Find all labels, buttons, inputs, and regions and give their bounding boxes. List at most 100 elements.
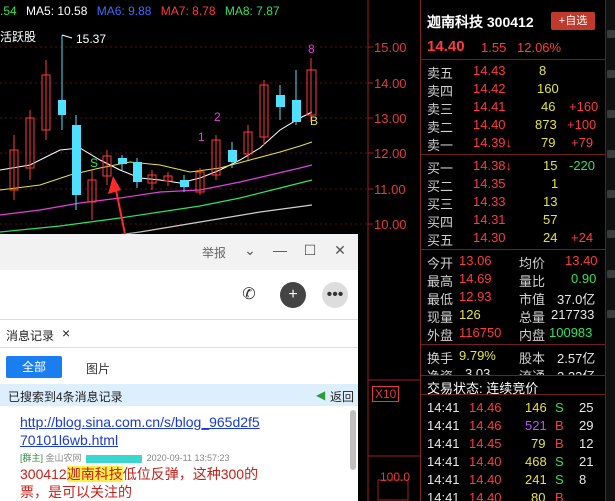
back-button[interactable]: 返回 (330, 388, 354, 405)
ma8-value: MA8: 7.87 (224, 4, 280, 18)
chat-titlebar: 举报 ⌄ — ☐ ✕ (0, 234, 358, 270)
wave-label-b: B (310, 114, 319, 128)
wave-label-8: 8 (308, 42, 315, 56)
stats2-block: 换手9.79%股本2.57亿 净资3.03流通2.23亿 (421, 347, 605, 375)
axis-tick-10: 10.00 (374, 217, 407, 232)
group-owner-tag: [群主] (20, 453, 44, 463)
stat-row: 现量 126 总量 217733 (427, 307, 595, 325)
toolbar-icon[interactable] (607, 70, 615, 78)
maximize-icon[interactable]: ☐ (300, 240, 320, 260)
back-arrow-icon[interactable]: ◀ (316, 388, 325, 402)
redacted-block (86, 454, 143, 463)
axis-tick-12: 12.00 (374, 146, 407, 161)
quote-panel: 迦南科技 300412 +自选 14.40 1.55 12.06% 卖五 14.4… (420, 0, 605, 501)
sender-name: 金山农网 (45, 453, 82, 463)
tick-row: 14:41 14.40 241 S 8 (427, 472, 587, 487)
axis-tick-15: 15.00 (374, 40, 407, 55)
toolbar-icon[interactable] (607, 190, 615, 198)
chat-scrollbar[interactable] (350, 410, 356, 470)
chevron-down-icon[interactable]: ⌄ (240, 240, 260, 260)
filter-images-button[interactable]: 图片 (86, 360, 110, 377)
price-change-pct: 12.06% (517, 40, 562, 55)
wave-label-s: S (90, 156, 99, 170)
quote-header: 迦南科技 300412 +自选 (421, 0, 605, 38)
more-icon[interactable]: ••• (322, 282, 348, 308)
stat-row: 外盘 116750 内盘 100983 (427, 325, 593, 343)
stats-block: 今开 13.06 均价 13.40 最高 14.69 量比 0.90 最低 12.93 市值 37… (421, 252, 605, 343)
trade-status: 交易状态: 连续竞价 (427, 381, 539, 396)
message-text-line1: 300412迦南科技低位反弹，这种300的 (20, 464, 258, 484)
message-meta: [群主] 金山农网 2020-09-11 13:57:23 (20, 451, 229, 464)
volume-multiplier: X10 (372, 386, 400, 402)
tick-row: 14:41 14.46 146 S 25 (427, 400, 594, 415)
sell-row: 卖一 14.39↓ 79 +79 (427, 135, 594, 153)
tab-label: 消息记录 (6, 329, 55, 343)
filter-row: 全部 图片 (0, 348, 358, 384)
toolbar-icon[interactable] (607, 230, 615, 238)
search-result-text: 已搜索到4条消息记录 (8, 390, 123, 404)
sell-orders: 卖五 14.43 8 卖四 14.42 160 卖三 14.41 46 +160 卖二 14.4… (421, 62, 605, 153)
high-price-mark: 15.37 (76, 32, 107, 46)
stock-name: 迦南科技 300412 (427, 14, 534, 30)
tick-row: 14:41 14.45 79 B 12 (427, 436, 594, 451)
axis-tick-13: 13.00 (374, 111, 407, 126)
stat-row: 最高 14.69 量比 0.90 (427, 271, 597, 289)
current-price: 14.40 (427, 38, 465, 55)
message-record-tab[interactable]: 消息记录 × (0, 320, 358, 348)
close-icon[interactable]: ✕ (330, 240, 350, 260)
stock-code: 300412 (20, 466, 67, 482)
stat-row: 今开 13.06 均价 13.40 (427, 253, 598, 271)
message-list[interactable]: http://blog.sina.com.cn/s/blog_965d2f5 7… (0, 406, 358, 501)
filter-all-button[interactable]: 全部 (6, 356, 62, 378)
price-row: 14.40 1.55 12.06% (421, 38, 605, 60)
buy-row: 买一 14.38↓ 15 -220 (427, 158, 596, 176)
tick-row: 14:41 14.46 521 B 29 (427, 418, 594, 433)
phone-icon[interactable]: ✆ (236, 282, 262, 308)
stats2-divider (421, 344, 605, 345)
blog-link-line1[interactable]: http://blog.sina.com.cn/s/blog_965d2f5 (20, 414, 260, 430)
tick-row: 14:41 14.40 80 B (427, 490, 564, 501)
volume-tick: 100.0 (380, 470, 411, 484)
order-divider (421, 154, 605, 155)
toolbar-icon[interactable] (607, 150, 615, 158)
chat-history-window[interactable]: 举报 ⌄ — ☐ ✕ ✆ + ••• 消息记录 × 全部 图片 已搜索到4条消息… (0, 234, 358, 501)
trade-status-bar: 交易状态: 连续竞价 (421, 375, 605, 396)
stock-trading-app: { "ma_bar": { "partial_first": ".54", "m… (0, 0, 615, 501)
tick-list[interactable]: 14:41 14.46 146 S 25 14:41 14.46 521 B 29 14:41 1… (421, 399, 605, 501)
report-link[interactable]: 举报 (202, 244, 226, 261)
tick-row: 14:41 14.40 468 S 21 (427, 454, 594, 469)
toolbar-icon[interactable] (607, 270, 615, 278)
sell-row: 卖五 14.43 8 (427, 63, 547, 81)
add-icon[interactable]: + (280, 282, 306, 308)
minimize-icon[interactable]: — (270, 240, 290, 260)
buy-row: 买四 14.31 57 (427, 212, 558, 230)
buy-orders: 买一 14.38↓ 15 -220 买二 14.35 1 买三 14.33 13 买四 14.3… (421, 157, 605, 248)
sell-row: 卖四 14.42 160 (427, 81, 559, 99)
ma7-value: MA7: 8.78 (160, 4, 216, 18)
toolbar-icon[interactable] (607, 310, 615, 318)
buy-row: 买五 14.30 24 +24 (427, 230, 594, 248)
ma5-value: MA5: 10.58 (26, 4, 88, 18)
axis-tick-11: 11.00 (374, 182, 406, 197)
add-watchlist-button[interactable]: +自选 (551, 12, 595, 30)
message-rest: 低位反弹，这种300的 (122, 466, 259, 482)
stat-row: 净资3.03流通2.23亿 (427, 366, 595, 375)
right-toolbar[interactable] (605, 0, 615, 501)
tab-close-icon[interactable]: × (62, 325, 70, 341)
blog-link-line2[interactable]: 70101l6wb.html (20, 432, 118, 448)
stat-row: 换手 9.79% 股本 2.57亿 (427, 348, 596, 366)
axis-tick-14: 14.00 (374, 76, 407, 91)
highlighted-keyword: 迦南科技 (66, 466, 123, 482)
message-text-line2: 票，是可以关注的 (20, 484, 132, 500)
toolbar-icon[interactable] (607, 30, 615, 38)
buy-row: 买二 14.35 1 (427, 176, 559, 194)
ma-partial-value: .54 (0, 4, 17, 18)
toolbar-icon[interactable] (607, 110, 615, 118)
ma6-value: MA6: 9.88 (96, 4, 152, 18)
stat-row: 最低 12.93 市值 37.0亿 (427, 289, 596, 307)
chat-toolbar: ✆ + ••• (0, 270, 358, 320)
search-result-bar: 已搜索到4条消息记录 ◀ 返回 (0, 384, 358, 406)
message-time: 2020-09-11 13:57:23 (146, 453, 230, 463)
price-change: 1.55 (481, 40, 507, 55)
stats-divider (421, 249, 605, 250)
